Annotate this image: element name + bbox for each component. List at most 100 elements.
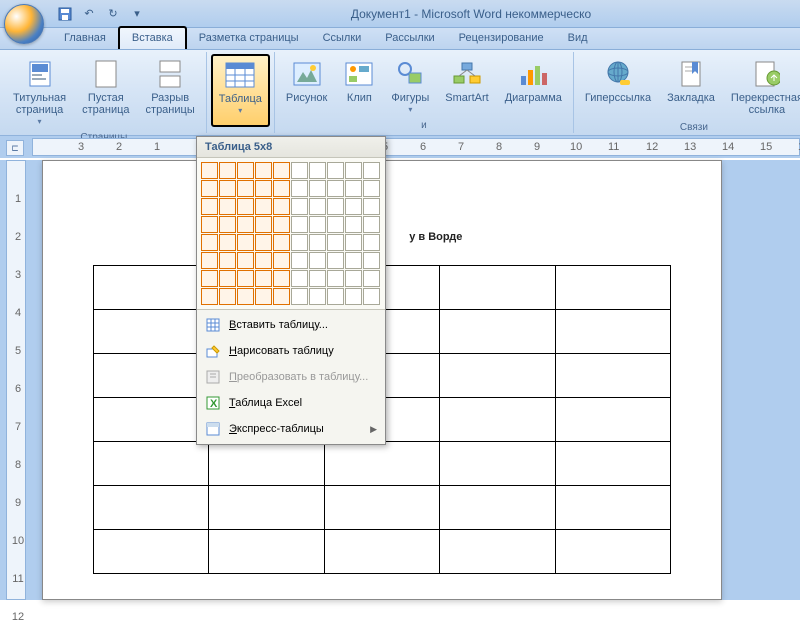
table-cell[interactable]: [440, 266, 555, 310]
blank-page-button[interactable]: Пустаястраница: [75, 54, 136, 130]
table-cell[interactable]: [94, 354, 209, 398]
grid-cell[interactable]: [309, 198, 326, 215]
grid-cell[interactable]: [219, 234, 236, 251]
grid-cell[interactable]: [345, 216, 362, 233]
grid-cell[interactable]: [327, 180, 344, 197]
tab-Рассылки[interactable]: Рассылки: [373, 28, 446, 49]
grid-cell[interactable]: [363, 270, 380, 287]
grid-cell[interactable]: [345, 180, 362, 197]
table-cell[interactable]: [555, 398, 670, 442]
picture-button[interactable]: Рисунок: [279, 54, 335, 118]
grid-cell[interactable]: [273, 180, 290, 197]
tab-Разметка страницы[interactable]: Разметка страницы: [187, 28, 311, 49]
grid-cell[interactable]: [219, 180, 236, 197]
table-cell[interactable]: [209, 442, 324, 486]
grid-cell[interactable]: [237, 198, 254, 215]
table-cell[interactable]: [94, 398, 209, 442]
table-cell[interactable]: [209, 486, 324, 530]
grid-cell[interactable]: [309, 270, 326, 287]
grid-cell[interactable]: [219, 252, 236, 269]
table-cell[interactable]: [94, 442, 209, 486]
grid-cell[interactable]: [237, 216, 254, 233]
grid-cell[interactable]: [201, 216, 218, 233]
grid-cell[interactable]: [255, 216, 272, 233]
grid-cell[interactable]: [327, 162, 344, 179]
tab-Вставка[interactable]: Вставка: [118, 26, 187, 49]
grid-cell[interactable]: [237, 288, 254, 305]
grid-cell[interactable]: [363, 252, 380, 269]
grid-cell[interactable]: [219, 270, 236, 287]
table-cell[interactable]: [324, 486, 439, 530]
view-selector[interactable]: ⊏: [6, 140, 24, 156]
save-icon[interactable]: [56, 4, 74, 24]
menu-insert-table[interactable]: Вставить таблицу...: [197, 312, 385, 338]
grid-cell[interactable]: [345, 288, 362, 305]
grid-cell[interactable]: [327, 252, 344, 269]
grid-cell[interactable]: [201, 198, 218, 215]
grid-cell[interactable]: [255, 180, 272, 197]
grid-cell[interactable]: [291, 288, 308, 305]
grid-cell[interactable]: [255, 270, 272, 287]
table-cell[interactable]: [555, 486, 670, 530]
bookmark-button[interactable]: Закладка: [660, 54, 722, 120]
grid-cell[interactable]: [345, 198, 362, 215]
grid-cell[interactable]: [291, 252, 308, 269]
table-cell[interactable]: [440, 398, 555, 442]
table-size-grid[interactable]: [201, 162, 381, 305]
grid-cell[interactable]: [309, 162, 326, 179]
grid-cell[interactable]: [327, 270, 344, 287]
table-cell[interactable]: [324, 442, 439, 486]
grid-cell[interactable]: [201, 180, 218, 197]
cover-page-button[interactable]: Титульнаястраница▾: [6, 54, 73, 130]
table-cell[interactable]: [94, 486, 209, 530]
table-cell[interactable]: [440, 486, 555, 530]
grid-cell[interactable]: [273, 270, 290, 287]
grid-cell[interactable]: [363, 234, 380, 251]
grid-cell[interactable]: [273, 288, 290, 305]
grid-cell[interactable]: [255, 162, 272, 179]
menu-quick[interactable]: Экспресс-таблицы▶: [197, 416, 385, 442]
grid-cell[interactable]: [291, 180, 308, 197]
grid-cell[interactable]: [291, 162, 308, 179]
grid-cell[interactable]: [345, 270, 362, 287]
page-break-button[interactable]: Разрывстраницы: [139, 54, 202, 130]
table-cell[interactable]: [555, 530, 670, 574]
table-cell[interactable]: [209, 530, 324, 574]
grid-cell[interactable]: [255, 288, 272, 305]
table-cell[interactable]: [94, 266, 209, 310]
table-cell[interactable]: [94, 530, 209, 574]
grid-cell[interactable]: [237, 180, 254, 197]
table-cell[interactable]: [555, 442, 670, 486]
grid-cell[interactable]: [273, 198, 290, 215]
grid-cell[interactable]: [363, 288, 380, 305]
table-cell[interactable]: [324, 530, 439, 574]
tab-Вид[interactable]: Вид: [556, 28, 600, 49]
grid-cell[interactable]: [291, 270, 308, 287]
grid-cell[interactable]: [273, 162, 290, 179]
qat-dropdown-icon[interactable]: ▾: [128, 4, 146, 24]
grid-cell[interactable]: [201, 252, 218, 269]
grid-cell[interactable]: [345, 234, 362, 251]
grid-cell[interactable]: [201, 234, 218, 251]
smartart-button[interactable]: SmartArt: [438, 54, 495, 118]
grid-cell[interactable]: [219, 288, 236, 305]
menu-excel[interactable]: XТаблица Excel: [197, 390, 385, 416]
grid-cell[interactable]: [291, 198, 308, 215]
horizontal-ruler[interactable]: 3211234567891011121314151617: [32, 138, 800, 156]
table-cell[interactable]: [555, 310, 670, 354]
table-cell[interactable]: [440, 354, 555, 398]
grid-cell[interactable]: [237, 252, 254, 269]
grid-cell[interactable]: [201, 162, 218, 179]
redo-icon[interactable]: ↻: [104, 4, 122, 24]
grid-cell[interactable]: [255, 198, 272, 215]
table-button[interactable]: Таблица▾: [211, 54, 270, 127]
table-cell[interactable]: [440, 442, 555, 486]
grid-cell[interactable]: [255, 252, 272, 269]
grid-cell[interactable]: [237, 270, 254, 287]
grid-cell[interactable]: [363, 198, 380, 215]
grid-cell[interactable]: [327, 234, 344, 251]
tab-Ссылки[interactable]: Ссылки: [311, 28, 374, 49]
grid-cell[interactable]: [219, 216, 236, 233]
grid-cell[interactable]: [273, 216, 290, 233]
tab-Рецензирование[interactable]: Рецензирование: [447, 28, 556, 49]
